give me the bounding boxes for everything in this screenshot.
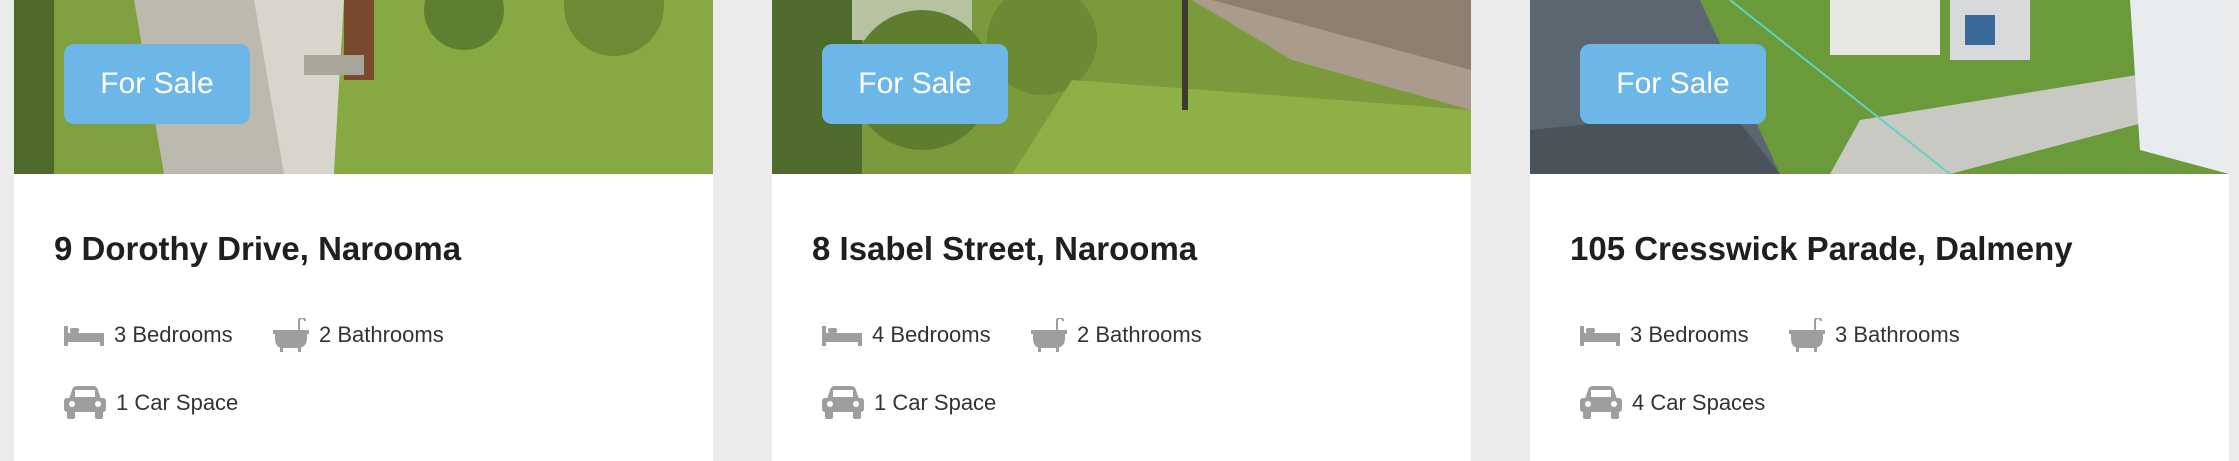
bed-icon [822, 324, 862, 346]
bedrooms-feature: 3 Bedrooms [64, 322, 233, 348]
bathrooms-label: 3 Bathrooms [1835, 322, 1960, 347]
bedrooms-label: 3 Bedrooms [1630, 322, 1749, 347]
for-sale-badge[interactable]: For Sale [64, 44, 250, 124]
bedrooms-label: 4 Bedrooms [872, 322, 991, 347]
bathrooms-feature: 3 Bathrooms [1787, 318, 1960, 352]
bedrooms-feature: 4 Bedrooms [822, 322, 991, 348]
cars-feature: 1 Car Space [64, 386, 238, 420]
bathtub-icon [1029, 318, 1067, 352]
cars-label: 1 Car Space [116, 390, 239, 415]
bed-icon [64, 324, 104, 346]
bedrooms-label: 3 Bedrooms [114, 322, 233, 347]
listing-photo[interactable]: For Sale [14, 0, 713, 174]
car-icon [64, 386, 106, 420]
listing-card[interactable]: For Sale 105 Cresswick Parade, Dalmeny 3… [1530, 0, 2229, 461]
bedrooms-feature: 3 Bedrooms [1580, 322, 1749, 348]
listing-grid: For Sale 9 Dorothy Drive, Narooma 3 Bedr… [0, 0, 2239, 461]
car-icon [1580, 386, 1622, 420]
listing-address[interactable]: 105 Cresswick Parade, Dalmeny [1570, 230, 2073, 268]
bathrooms-feature: 2 Bathrooms [271, 318, 444, 352]
for-sale-badge[interactable]: For Sale [1580, 44, 1766, 124]
cars-feature: 4 Car Spaces [1580, 386, 1765, 420]
listing-address[interactable]: 8 Isabel Street, Narooma [812, 230, 1197, 268]
bathtub-icon [271, 318, 309, 352]
bathtub-icon [1787, 318, 1825, 352]
listing-card[interactable]: For Sale 8 Isabel Street, Narooma 4 Bedr… [772, 0, 1471, 461]
for-sale-badge[interactable]: For Sale [822, 44, 1008, 124]
bathrooms-feature: 2 Bathrooms [1029, 318, 1202, 352]
cars-label: 4 Car Spaces [1632, 390, 1766, 415]
cars-feature: 1 Car Space [822, 386, 996, 420]
listing-photo[interactable]: For Sale [1530, 0, 2229, 174]
bathrooms-label: 2 Bathrooms [319, 322, 444, 347]
car-icon [822, 386, 864, 420]
listing-photo[interactable]: For Sale [772, 0, 1471, 174]
listing-card[interactable]: For Sale 9 Dorothy Drive, Narooma 3 Bedr… [14, 0, 713, 461]
listing-address[interactable]: 9 Dorothy Drive, Narooma [54, 230, 461, 268]
bathrooms-label: 2 Bathrooms [1077, 322, 1202, 347]
bed-icon [1580, 324, 1620, 346]
cars-label: 1 Car Space [874, 390, 997, 415]
